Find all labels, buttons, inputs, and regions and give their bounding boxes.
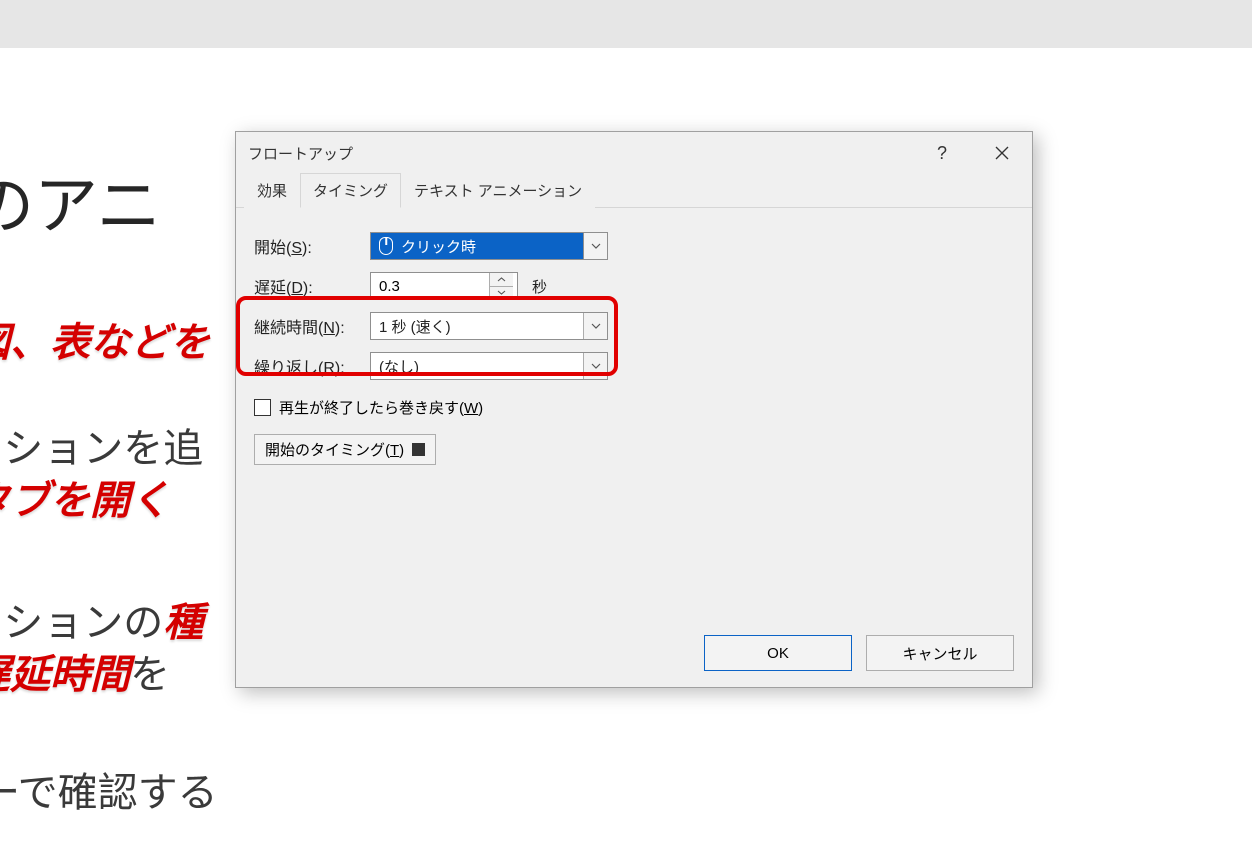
delay-spin-down[interactable]	[490, 286, 513, 300]
tab-strip: 効果 タイミング テキスト アニメーション	[236, 174, 1032, 208]
rewind-row: 再生が終了したら巻き戻す(W)	[254, 390, 1014, 424]
duration-label: 継続時間(N):	[254, 314, 370, 338]
close-icon	[995, 146, 1009, 160]
start-row: 開始(S): クリック時	[254, 226, 1014, 266]
help-button[interactable]: ?	[912, 132, 972, 174]
timing-tab-content: 開始(S): クリック時 遅延(D):	[236, 208, 1032, 475]
slide-text-line4b: 遅延時間を	[0, 642, 170, 700]
duration-value: 1 秒 (速く)	[371, 313, 583, 339]
slide-text-line4a: ーションの種	[0, 590, 203, 648]
slide-text-line5: ューで確認する	[0, 760, 218, 818]
repeat-value: (なし)	[371, 353, 583, 379]
dialog-titlebar: フロートアップ ?	[236, 132, 1032, 174]
trigger-timing-button[interactable]: 開始のタイミング(T)	[254, 434, 436, 465]
tab-effect[interactable]: 効果	[244, 173, 300, 208]
delay-unit: 秒	[532, 276, 547, 297]
repeat-combobox[interactable]: (なし)	[370, 352, 608, 380]
repeat-label: 繰り返し(R):	[254, 354, 370, 378]
ok-button[interactable]: OK	[704, 635, 852, 671]
delay-row: 遅延(D): 秒	[254, 266, 1014, 306]
duration-row: 継続時間(N): 1 秒 (速く)	[254, 306, 1014, 346]
ribbon-area	[0, 0, 1252, 48]
delay-input[interactable]	[371, 273, 489, 299]
slide-text-line2: 図、表などを	[0, 310, 210, 368]
chevron-down-icon	[583, 313, 607, 339]
start-label: 開始(S):	[254, 234, 370, 258]
dialog-title: フロートアップ	[248, 143, 353, 164]
slide-text-line3a: ーションを追	[0, 416, 203, 474]
delay-spin-up[interactable]	[490, 273, 513, 286]
tab-text-animation[interactable]: テキスト アニメーション	[401, 173, 595, 208]
float-up-dialog: フロートアップ ? 効果 タイミング テキスト アニメーション 開始(S): ク…	[235, 131, 1033, 688]
start-value: クリック時	[401, 236, 476, 257]
rewind-checkbox[interactable]	[254, 399, 271, 416]
close-button[interactable]	[972, 132, 1032, 174]
dialog-button-row: OK キャンセル	[704, 635, 1014, 671]
delay-spinner[interactable]	[370, 272, 518, 300]
mouse-click-icon	[379, 237, 393, 255]
repeat-row: 繰り返し(R): (なし)	[254, 346, 1014, 386]
slide-text-line1: のアニ	[0, 155, 161, 247]
slide-text-line3b: タブを開く	[0, 468, 170, 526]
chevron-down-icon	[583, 353, 607, 379]
rewind-label: 再生が終了したら巻き戻す(W)	[279, 397, 483, 418]
collapse-icon	[412, 443, 425, 456]
start-combobox[interactable]: クリック時	[370, 232, 608, 260]
cancel-button[interactable]: キャンセル	[866, 635, 1014, 671]
delay-label: 遅延(D):	[254, 274, 370, 298]
chevron-down-icon	[583, 233, 607, 259]
tab-timing[interactable]: タイミング	[300, 173, 401, 208]
duration-combobox[interactable]: 1 秒 (速く)	[370, 312, 608, 340]
